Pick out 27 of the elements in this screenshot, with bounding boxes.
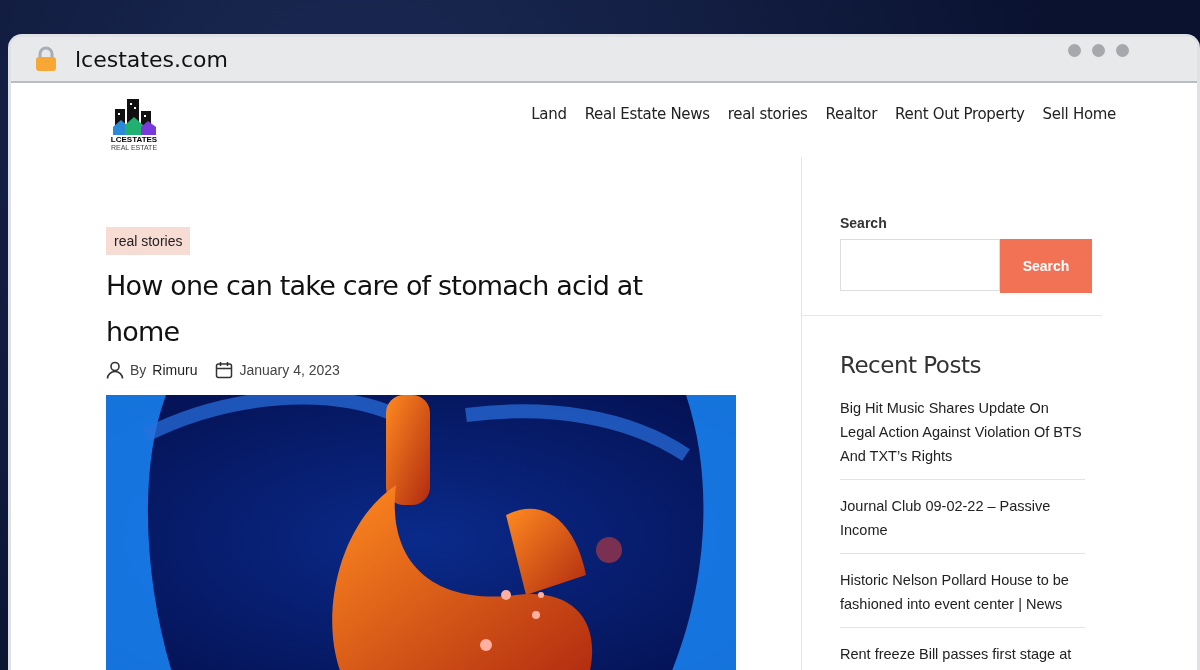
nav-link[interactable]: Sell Home (1042, 105, 1116, 123)
lock-icon (35, 46, 57, 72)
nav-link[interactable]: Land (531, 105, 567, 123)
search-field[interactable] (840, 239, 1000, 291)
nav-link[interactable]: real stories (727, 105, 808, 123)
nav-link[interactable]: Realtor (825, 105, 878, 123)
buildings-icon (111, 97, 157, 137)
url-text[interactable]: lcestates.com (75, 46, 1068, 72)
post-link[interactable]: Historic Nelson Pollard House to be fashioned into event center | News (840, 568, 1085, 628)
post-date: January 4, 2023 (239, 362, 340, 378)
post-link[interactable]: Big Hit Music Shares Update On Legal Action Against Violation Of BTS And TXT’s Rights (840, 396, 1085, 480)
post-link[interactable]: Journal Club 09-02-22 – Passive Income (840, 494, 1085, 554)
window-control[interactable] (1116, 43, 1129, 57)
person-icon (106, 361, 124, 379)
window-control[interactable] (1068, 43, 1081, 57)
nav-link[interactable]: Real Estate News (584, 105, 710, 123)
post-link[interactable]: Rent freeze Bill passes first stage at (840, 642, 1085, 670)
byline-label: By (130, 362, 147, 378)
article-title: How one can take care of stomach acid at home (106, 269, 644, 349)
nav-link[interactable]: Rent Out Property (895, 105, 1025, 123)
window-control[interactable] (1092, 43, 1105, 57)
section-heading: Recent Posts (840, 352, 982, 378)
category-tag[interactable]: real stories (106, 227, 191, 255)
logo-name: LCESTATES (110, 135, 158, 144)
author-link[interactable]: Rimuru (152, 362, 198, 378)
search-label: Search (840, 215, 888, 231)
calendar-icon (215, 361, 234, 379)
